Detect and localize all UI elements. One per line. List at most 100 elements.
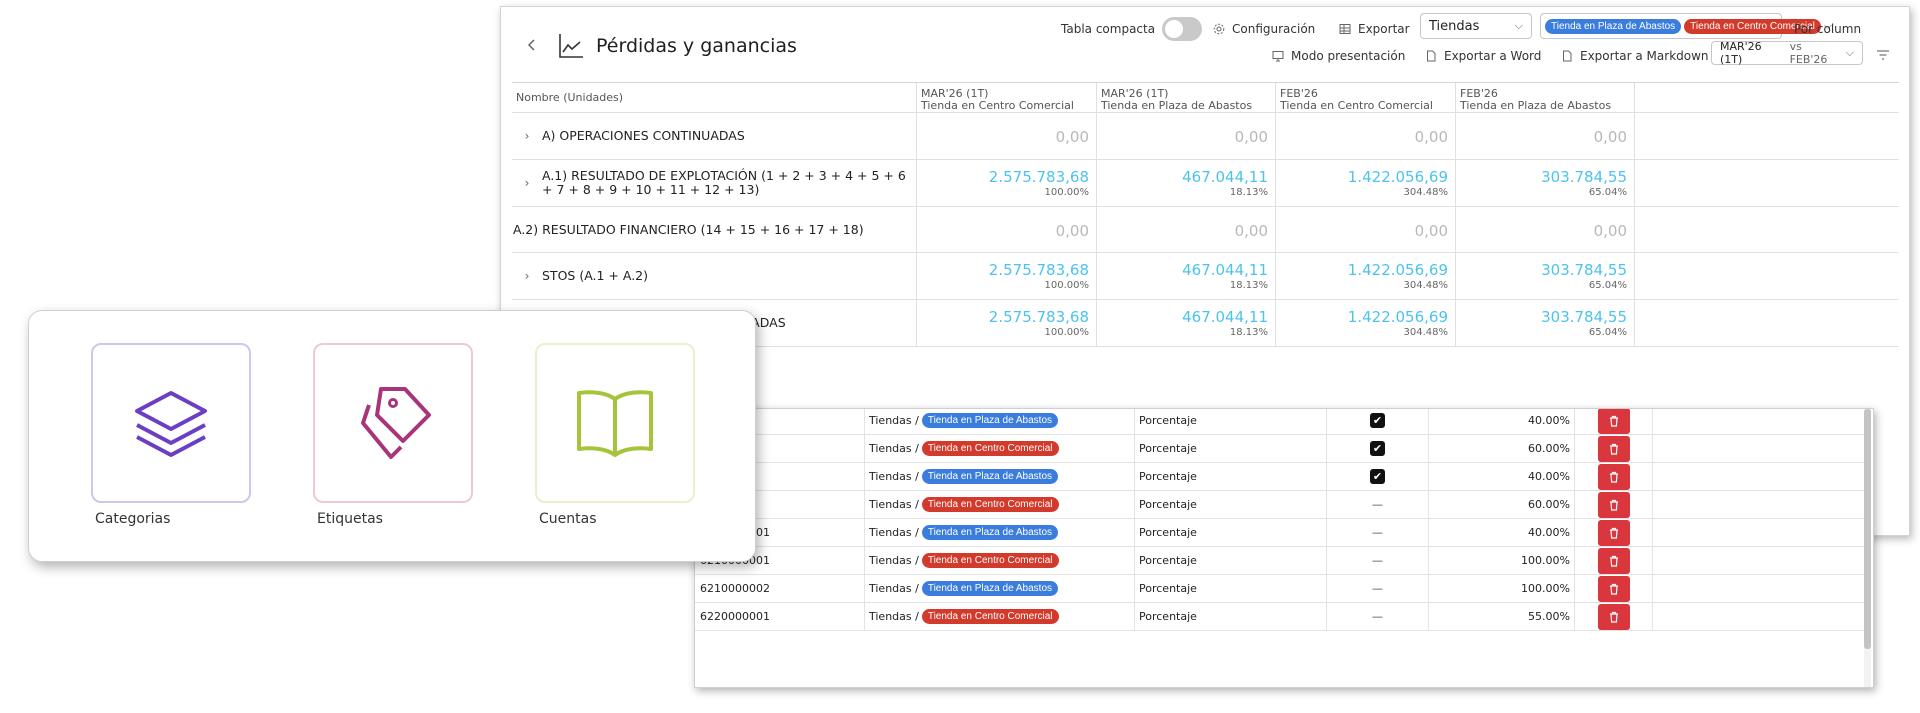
fixed-cell: ✔ (1327, 435, 1429, 462)
export-markdown-label: Exportar a Markdown (1580, 49, 1709, 63)
delete-button[interactable] (1597, 547, 1630, 574)
categories-card[interactable] (91, 343, 251, 503)
store-tag-chip: Tienda en Plaza de Abastos (921, 581, 1059, 596)
scrollbar[interactable] (1864, 409, 1871, 687)
delete-button[interactable] (1597, 519, 1630, 546)
allocation-percentage: 40.00% (1528, 470, 1570, 483)
actions-cell (1575, 491, 1653, 518)
export-button[interactable]: Exportar (1339, 22, 1410, 36)
delete-button[interactable] (1597, 575, 1630, 602)
open-book-icon (577, 390, 653, 457)
row-value: 1.422.056,69 (1347, 261, 1448, 279)
group-select[interactable]: Tiendas ⌵ (1420, 13, 1532, 39)
expand-chevron-icon[interactable]: › (512, 129, 542, 143)
column-header: FEB'26 Tienda en Centro Comercial (1276, 83, 1456, 112)
percentage-cell: 40.00% (1429, 519, 1575, 546)
delete-button[interactable] (1597, 463, 1630, 490)
configuration-button[interactable]: Configuración (1213, 22, 1315, 36)
group-label: Tiendas / (869, 470, 919, 483)
compact-table-toggle[interactable] (1162, 17, 1203, 41)
row-name: STOS (A.1 + A.2) (542, 268, 649, 283)
presentation-mode-button[interactable]: Modo presentación (1272, 49, 1405, 63)
type-cell: Porcentaje (1135, 491, 1327, 518)
chip-plaza-abastos[interactable]: Tienda en Plaza de Abastos (1545, 18, 1682, 34)
line-chart-icon (557, 32, 585, 64)
period-compare-value: vs FEB'26 (1789, 40, 1828, 66)
trash-icon (1609, 583, 1618, 595)
checkbox-checked-icon[interactable]: ✔ (1370, 441, 1385, 456)
tags-card[interactable] (313, 343, 473, 503)
actions-cell (1575, 575, 1653, 602)
value-cell: 0,00 (1456, 207, 1635, 252)
table-icon (1339, 24, 1351, 34)
store-tag-chip: Tienda en Centro Comercial (921, 441, 1059, 456)
row-name: A.1) RESULTADO DE EXPLOTACIÓN (1 + 2 + 3… (542, 168, 906, 197)
delete-button[interactable] (1597, 603, 1630, 630)
back-chevron-icon[interactable] (524, 37, 540, 53)
expand-chevron-icon[interactable]: › (512, 269, 542, 283)
allocation-row: 6220000001 Tiendas / Tienda en Centro Come… (695, 603, 1867, 631)
trash-icon (1609, 415, 1618, 427)
checkbox-checked-icon[interactable]: ✔ (1370, 413, 1385, 428)
value-cell: 0,00 (1456, 113, 1635, 159)
value-cell: 0,00 (1276, 207, 1456, 252)
type-cell: Porcentaje (1135, 519, 1327, 546)
delete-button[interactable] (1597, 491, 1630, 518)
value-cell: 1.422.056,69 304.48% (1276, 300, 1456, 346)
percentage-cell: 40.00% (1429, 463, 1575, 490)
row-name-cell: › A.1) RESULTADO DE EXPLOTACIÓN (1 + 2 + … (512, 160, 917, 206)
column-header-name: Nombre (Unidades) (512, 83, 917, 112)
document-icon (1563, 50, 1572, 62)
value-cell: 303.784,55 65.04% (1456, 160, 1635, 206)
row-value: 303.784,55 (1541, 168, 1627, 186)
allocation-type: Porcentaje (1139, 442, 1197, 455)
value-cell: 303.784,55 65.04% (1456, 253, 1635, 299)
store-tag-chip: Tienda en Centro Comercial (921, 497, 1059, 512)
value-cell: 1.422.056,69 304.48% (1276, 160, 1456, 206)
type-cell: Porcentaje (1135, 547, 1327, 574)
export-word-button[interactable]: Exportar a Word (1425, 49, 1541, 63)
allocation-percentage: 60.00% (1528, 442, 1570, 455)
row-name-cell: › A) OPERACIONES CONTINUADAS (512, 113, 917, 159)
period-select[interactable]: MAR'26 (1T) vs FEB'26 ⌵ (1711, 40, 1863, 66)
tag-cell: Tiendas / Tienda en Centro Comercial (865, 603, 1135, 630)
by-column-label: Por column (1794, 22, 1862, 36)
store-multiselect[interactable]: Tienda en Plaza de Abastos Tienda en Cen… (1540, 13, 1832, 39)
row-percentage: 18.13% (1229, 280, 1268, 291)
row-value: 0,00 (1055, 128, 1089, 146)
checkbox-checked-icon[interactable]: ✔ (1370, 469, 1385, 484)
tag-cell: Tiendas / Tienda en Centro Comercial (865, 435, 1135, 462)
export-markdown-button[interactable]: Exportar a Markdown (1561, 49, 1709, 63)
delete-button[interactable] (1597, 409, 1630, 434)
row-percentage: 100.00% (1044, 327, 1090, 338)
fixed-cell: — (1327, 491, 1429, 518)
row-value: 0,00 (1234, 128, 1268, 146)
allocation-type: Porcentaje (1139, 554, 1197, 567)
column-store: Tienda en Centro Comercial (921, 99, 1074, 112)
tags-label: Etiquetas (317, 511, 383, 527)
value-cell: 303.784,55 65.04% (1456, 300, 1635, 346)
row-value: 0,00 (1234, 222, 1268, 240)
row-value: 2.575.783,68 (988, 168, 1089, 186)
filter-icon[interactable] (1876, 46, 1890, 65)
allocation-percentage: 55.00% (1528, 610, 1570, 623)
screen: Pérdidas y ganancias Tabla compacta Conf… (0, 0, 1920, 713)
trash-icon (1609, 555, 1618, 567)
layers-icon (135, 391, 207, 457)
allocation-type: Porcentaje (1139, 526, 1197, 539)
allocation-row: 51Tiendas /Tienda en Centro ComercialPor… (695, 435, 1867, 463)
value-cell: 0,00 (917, 207, 1097, 252)
row-percentage: 18.13% (1229, 187, 1268, 198)
row-percentage: 65.04% (1588, 327, 1627, 338)
scrollbar-thumb[interactable] (1864, 409, 1871, 649)
tag-cell: Tiendas / Tienda en Plaza de Abastos (865, 463, 1135, 490)
delete-button[interactable] (1597, 435, 1630, 462)
trash-icon (1609, 527, 1618, 539)
expand-chevron-icon[interactable]: › (512, 176, 542, 190)
accounts-card[interactable] (535, 343, 695, 503)
by-column-option[interactable]: Por column (1794, 22, 1861, 36)
allocation-percentage: 100.00% (1521, 582, 1570, 595)
row-value: 1.422.056,69 (1347, 168, 1448, 186)
pl-table-row: A.2) RESULTADO FINANCIERO (14 + 15 + 16 … (512, 207, 1899, 253)
value-cell: 0,00 (917, 113, 1097, 159)
